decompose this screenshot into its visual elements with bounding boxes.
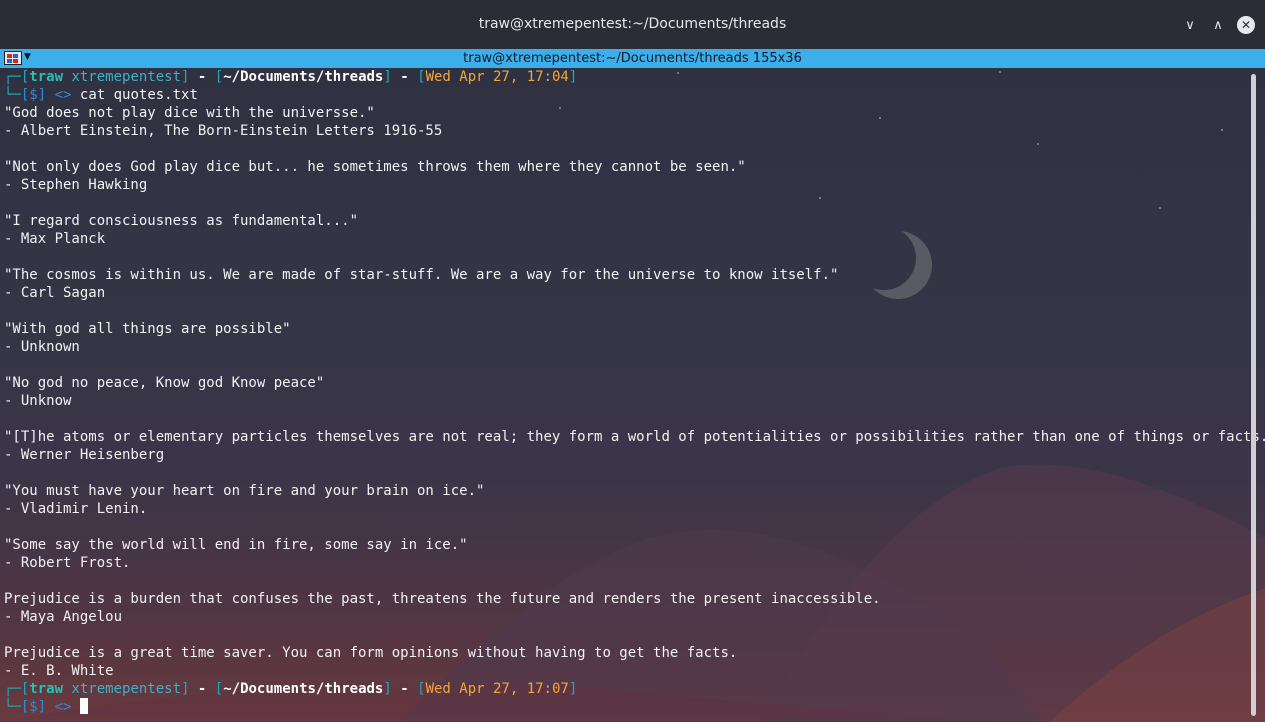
prompt-datetime: Wed Apr 27, 17:04 bbox=[425, 69, 569, 85]
tab-title[interactable]: traw@xtremepentest:~/Documents/threads 1… bbox=[0, 51, 1265, 66]
output-line: Prejudice is a burden that confuses the … bbox=[4, 591, 881, 607]
prompt-arrow: <> bbox=[54, 699, 72, 715]
scrollbar[interactable] bbox=[1251, 74, 1256, 716]
output-line: Prejudice is a great time saver. You can… bbox=[4, 645, 738, 661]
command-text: cat quotes.txt bbox=[79, 87, 198, 103]
window-titlebar: traw@xtremepentest:~/Documents/threads ∨… bbox=[0, 0, 1265, 49]
close-icon: ✕ bbox=[1237, 16, 1255, 34]
output-line: - Vladimir Lenin. bbox=[4, 501, 148, 517]
output-line: "With god all things are possible" bbox=[4, 321, 291, 337]
terminal-output: ┌─[traw xtremepentest] - [~/Documents/th… bbox=[4, 68, 1265, 716]
prompt-datetime: Wed Apr 27, 17:07 bbox=[425, 681, 569, 697]
chevron-down-icon: ∨ bbox=[1185, 17, 1195, 33]
prompt-path: ~/Documents/threads bbox=[223, 681, 384, 697]
maximize-button[interactable]: ∧ bbox=[1207, 14, 1229, 36]
prompt-path: ~/Documents/threads bbox=[223, 69, 384, 85]
prompt-host: xtremepentest bbox=[71, 681, 182, 697]
output-line: "[T]he atoms or elementary particles the… bbox=[4, 429, 1265, 445]
output-line: - Maya Angelou bbox=[4, 609, 123, 625]
output-line: "You must have your heart on fire and yo… bbox=[4, 483, 485, 499]
close-button[interactable]: ✕ bbox=[1235, 14, 1257, 36]
output-line: - Werner Heisenberg bbox=[4, 447, 165, 463]
output-line: "The cosmos is within us. We are made of… bbox=[4, 267, 839, 283]
output-line: "God does not play dice with the univers… bbox=[4, 105, 375, 121]
window-title: traw@xtremepentest:~/Documents/threads bbox=[478, 16, 787, 32]
text-cursor bbox=[79, 698, 88, 714]
prompt-line: ┌─[traw xtremepentest] - [~/Documents/th… bbox=[4, 69, 578, 85]
prompt-arrow: <> bbox=[54, 87, 72, 103]
output-line: - Unknow bbox=[4, 393, 72, 409]
output-line: "No god no peace, Know god Know peace" bbox=[4, 375, 325, 391]
prompt-user: traw bbox=[29, 681, 64, 697]
output-line: "Not only does God play dice but... he s… bbox=[4, 159, 746, 175]
terminal-view[interactable]: ┌─[traw xtremepentest] - [~/Documents/th… bbox=[0, 68, 1265, 722]
output-line: - Robert Frost. bbox=[4, 555, 131, 571]
terminal-tab-bar: ▼ traw@xtremepentest:~/Documents/threads… bbox=[0, 49, 1265, 68]
prompt-line: ┌─[traw xtremepentest] - [~/Documents/th… bbox=[4, 681, 578, 697]
output-line: - Unknown bbox=[4, 339, 80, 355]
output-line: - Albert Einstein, The Born-Einstein Let… bbox=[4, 123, 443, 139]
output-line: - Max Planck bbox=[4, 231, 106, 247]
output-line: - Stephen Hawking bbox=[4, 177, 148, 193]
prompt-symbol: [$] bbox=[20, 699, 47, 715]
prompt-host: xtremepentest bbox=[71, 69, 182, 85]
prompt-user: traw bbox=[29, 69, 64, 85]
output-line: "I regard consciousness as fundamental..… bbox=[4, 213, 359, 229]
output-line: "Some say the world will end in fire, so… bbox=[4, 537, 468, 553]
output-line: - Carl Sagan bbox=[4, 285, 106, 301]
command-line: └─[$] <> cat quotes.txt bbox=[4, 87, 198, 103]
output-line: - E. B. White bbox=[4, 663, 114, 679]
minimize-button[interactable]: ∨ bbox=[1179, 14, 1201, 36]
chevron-up-icon: ∧ bbox=[1213, 17, 1223, 33]
prompt-symbol: [$] bbox=[20, 87, 47, 103]
command-line[interactable]: └─[$] <> bbox=[4, 698, 1249, 716]
